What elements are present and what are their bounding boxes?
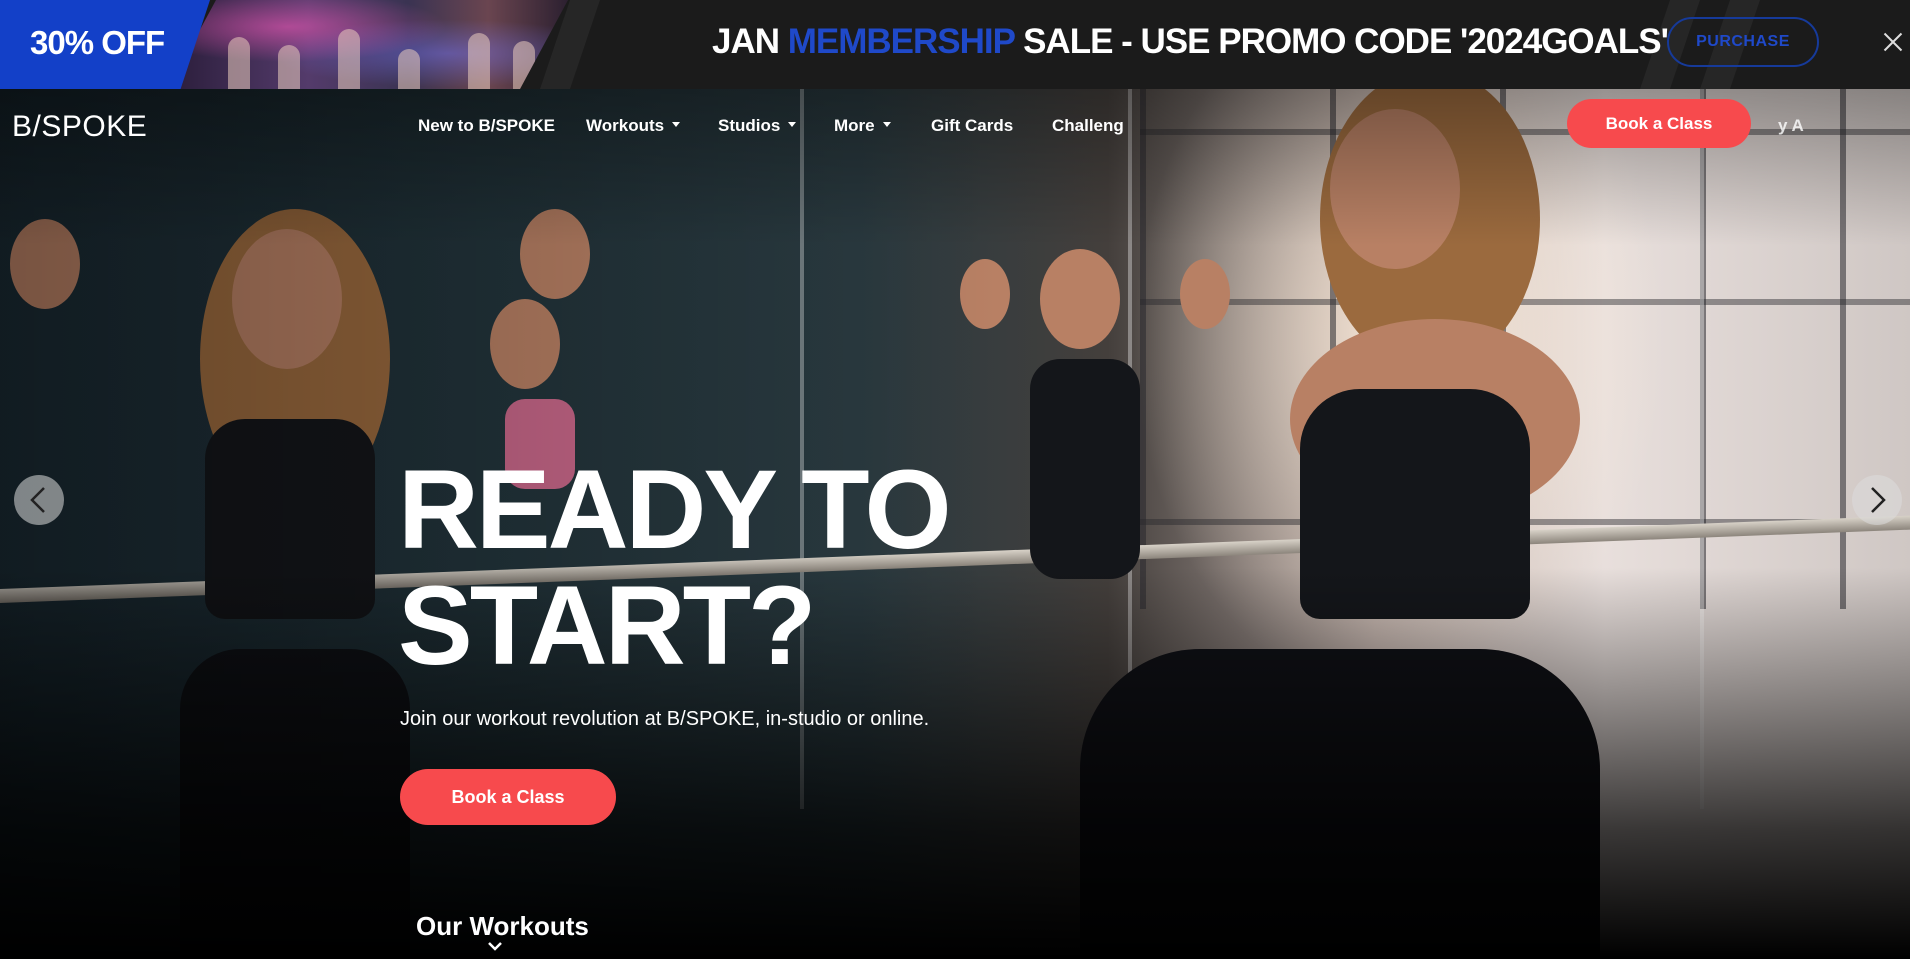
nav-item-label: Challeng [1052, 116, 1124, 135]
promo-badge-text: 30% OFF [30, 24, 165, 61]
hero-subtitle: Join our workout revolution at B/SPOKE, … [400, 708, 930, 730]
chevron-left-icon [30, 487, 45, 513]
chevron-right-icon [1871, 487, 1886, 513]
nav-item-new-to-bspoke[interactable]: New to B/SPOKE [418, 116, 555, 136]
nav-item-more[interactable]: More [834, 116, 891, 136]
nav-item-label: Gift Cards [931, 116, 1014, 135]
nav-item-challenges[interactable]: Challeng [1052, 116, 1124, 136]
carousel-next-button[interactable] [1852, 475, 1902, 525]
promo-message-prefix: JAN [712, 22, 788, 61]
close-icon[interactable] [1878, 28, 1908, 58]
hero-book-class-button[interactable]: Book a Class [400, 769, 616, 825]
our-workouts-link[interactable]: Our Workouts [416, 911, 589, 942]
nav-item-account[interactable]: y A [1778, 116, 1910, 136]
purchase-button[interactable]: PURCHASE [1667, 17, 1819, 67]
promo-message: JAN MEMBERSHIP SALE - USE PROMO CODE '20… [712, 22, 1669, 62]
hero-title: READY TO START? [398, 447, 952, 688]
chevron-down-icon[interactable] [487, 940, 503, 952]
nav-item-label: New to B/SPOKE [418, 116, 555, 135]
main-nav: B/SPOKE New to B/SPOKE Workouts Studios … [0, 89, 1910, 165]
hero-image [0, 89, 1910, 959]
logo[interactable]: B/SPOKE [12, 110, 147, 144]
promo-message-suffix: SALE - USE PROMO CODE '2024GOALS' [1014, 22, 1669, 61]
nav-item-label: Workouts [586, 116, 665, 135]
nav-item-studios[interactable]: Studios [718, 116, 797, 136]
nav-item-gift-cards[interactable]: Gift Cards [931, 116, 1013, 136]
promo-image [168, 0, 568, 89]
book-class-button[interactable]: Book a Class [1567, 99, 1751, 148]
nav-item-label: More [834, 116, 875, 135]
carousel-prev-button[interactable] [14, 475, 64, 525]
promo-message-accent: MEMBERSHIP [787, 22, 1016, 61]
chevron-down-icon [788, 122, 797, 128]
chevron-down-icon [882, 122, 891, 128]
nav-item-workouts[interactable]: Workouts [586, 116, 681, 136]
promo-banner: 30% OFF JAN MEMBERSHIP SALE - USE PROMO … [0, 0, 1910, 89]
nav-item-label: Studios [718, 116, 781, 135]
chevron-down-icon [672, 122, 681, 128]
